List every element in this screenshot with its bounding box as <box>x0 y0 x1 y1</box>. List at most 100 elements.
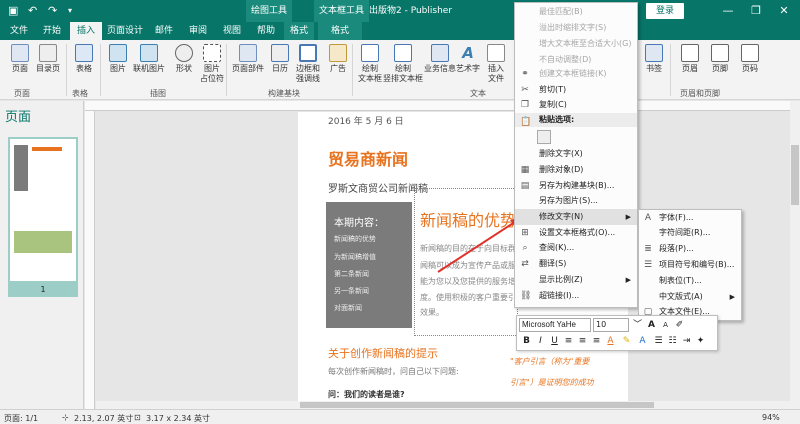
menu-item-copy[interactable]: ❐ 复制(C) <box>515 97 637 113</box>
tab-page-design[interactable]: 页面设计 <box>104 22 146 40</box>
customize-qat-icon[interactable]: ▾ <box>68 6 72 15</box>
zoom-level[interactable]: 94% <box>762 413 780 422</box>
menu-item-label: 不自动调整(D) <box>539 55 592 64</box>
newsletter-title[interactable]: 贸易商新闻 <box>328 146 408 170</box>
page-number-icon <box>741 44 759 62</box>
pages-pane-title: 页面 <box>5 110 32 125</box>
header-icon <box>681 44 699 62</box>
menu-item-translate[interactable]: ⇄ 翻译(S) <box>515 256 637 272</box>
horizontal-scroll-thumb[interactable] <box>300 402 654 408</box>
story-line[interactable]: 度。使用积极的客户重要引 <box>420 292 516 303</box>
ads-icon <box>329 44 347 62</box>
shrink-font-icon[interactable]: A <box>659 318 672 332</box>
bullets-list-icon[interactable]: ☰ <box>652 334 665 348</box>
section-heading[interactable]: 关于创作新闻稿的提示 <box>328 345 438 361</box>
menu-item-format-textbox[interactable]: ⊞ 设置文本框格式(O)... <box>515 225 637 241</box>
menu-item-shrink-on-overflow[interactable]: 溢出时缩排文字(S) <box>515 20 637 36</box>
grow-font-icon[interactable]: A <box>645 318 658 332</box>
tab-review[interactable]: 审阅 <box>182 22 214 40</box>
italic-button[interactable]: I <box>534 334 547 348</box>
styles-icon[interactable]: ✦ <box>694 334 707 348</box>
tab-insert[interactable]: 插入 <box>70 22 102 40</box>
menu-item-cut[interactable]: ✂ 剪切(T) <box>515 82 637 98</box>
submenu-item-font[interactable]: A 字体(F)... <box>639 210 741 226</box>
menu-item-hyperlink[interactable]: ⛓ 超链接(I)... <box>515 288 637 304</box>
menu-item-create-link[interactable]: ⚭ 创建文本框链接(K) <box>515 66 637 82</box>
font-size-dropdown[interactable]: 10 <box>593 318 629 332</box>
insert-file-button[interactable]: 插入 文件 <box>478 44 514 84</box>
table-button[interactable]: 表格 <box>66 44 102 74</box>
submenu-item-tabs[interactable]: 制表位(T)... <box>639 273 741 289</box>
save-icon[interactable]: ▣ <box>8 4 18 17</box>
menu-item-zoom[interactable]: 显示比例(Z) ▶ <box>515 272 637 288</box>
draw-vertical-textbox-button[interactable]: 绘制 竖排文本框 <box>382 44 424 84</box>
tab-home[interactable]: 开始 <box>36 22 68 40</box>
story-line[interactable]: 能为您以及您提供的服务增 <box>420 276 516 287</box>
tab-mailings[interactable]: 邮件 <box>148 22 180 40</box>
contents-title: 本期内容： <box>334 218 384 229</box>
tab-format-drawing[interactable]: 格式 <box>284 22 314 40</box>
submenu-item-character-spacing[interactable]: 字符间距(R)... <box>639 225 741 241</box>
pull-quote-line[interactable]: "客户引言（称为"重要 <box>510 356 589 367</box>
format-painter-icon[interactable]: ✐ <box>673 318 686 332</box>
restore-button[interactable]: ❐ <box>742 0 770 22</box>
align-left-icon[interactable]: ≡ <box>562 334 575 348</box>
pull-quote-line[interactable]: 引言"）是证明您的成功 <box>510 377 594 388</box>
menu-item-change-text[interactable]: 修改文字(N) ▶ <box>515 209 637 225</box>
menu-item-lookup[interactable]: ⌕ 查阅(K)... <box>515 240 637 256</box>
underline-button[interactable]: U <box>548 334 561 348</box>
bold-button[interactable]: B <box>520 334 533 348</box>
login-button[interactable]: 登录 <box>646 3 684 19</box>
menu-item-label: 剪切(T) <box>539 85 567 94</box>
menu-item-delete-text[interactable]: 删除文字(X) <box>515 146 637 162</box>
indent-icon[interactable]: ⇥ <box>680 334 693 348</box>
close-button[interactable]: ✕ <box>770 0 798 22</box>
tab-help[interactable]: 帮助 <box>250 22 282 40</box>
picture-placeholder-button[interactable]: 图片 占位符 <box>194 44 230 84</box>
minimize-button[interactable]: — <box>714 0 742 22</box>
story-line[interactable]: 效果。 <box>420 307 444 318</box>
paste-keep-format-icon[interactable] <box>537 130 551 144</box>
align-right-icon[interactable]: ≡ <box>590 334 603 348</box>
tab-file[interactable]: 文件 <box>4 22 34 40</box>
tab-view[interactable]: 视图 <box>216 22 248 40</box>
menu-item-label: 溢出时缩排文字(S) <box>539 23 607 32</box>
online-picture-button[interactable]: 联机图片 <box>130 44 168 74</box>
online-picture-icon <box>140 44 158 62</box>
horizontal-ruler[interactable] <box>85 101 790 111</box>
bookmark-button[interactable]: 书签 <box>636 44 672 74</box>
page-number-button[interactable]: 页码 <box>732 44 768 74</box>
submenu-item-bullets-numbering[interactable]: ☰ 项目符号和编号(B)... <box>639 257 741 273</box>
newsletter-subtitle[interactable]: 罗斯文商贸公司新闻稿 <box>328 180 428 195</box>
redo-icon[interactable]: ↷ <box>48 4 57 17</box>
toc-button[interactable]: 目录页 <box>30 44 66 74</box>
bookmark-label: 书签 <box>646 64 662 73</box>
numbered-list-icon[interactable]: ☷ <box>666 334 679 348</box>
menu-item-grow-textbox[interactable]: 增大文本框至合适大小(G) <box>515 36 637 52</box>
submenu-item-paragraph[interactable]: ≣ 段落(P)... <box>639 241 741 257</box>
highlight-icon[interactable]: ✎ <box>620 334 633 348</box>
vertical-ruler[interactable] <box>85 111 95 409</box>
menu-item-save-as-picture[interactable]: 另存为图片(S)... <box>515 193 637 209</box>
status-page[interactable]: 页面: 1/1 <box>4 413 38 424</box>
menu-item-save-building-block[interactable]: ▤ 另存为构建基块(B)... <box>515 178 637 194</box>
paste-header-icon: 📋 <box>520 117 532 127</box>
section-question[interactable]: 问：我们的读者是谁? <box>328 389 405 400</box>
font-size-dropdown-arrow-icon[interactable]: ﹀ <box>631 318 644 332</box>
doc-date[interactable]: 2016 年 5 月 6 日 <box>328 114 404 127</box>
section-body[interactable]: 每次创作新闻稿时，问自己以下问题: <box>328 366 459 377</box>
font-color-icon[interactable]: A <box>604 334 617 348</box>
align-center-icon[interactable]: ≡ <box>576 334 589 348</box>
menu-item-label: 另存为图片(S)... <box>539 196 598 205</box>
tab-format-textbox[interactable]: 格式 <box>318 22 362 40</box>
vertical-scroll-thumb[interactable] <box>791 145 799 205</box>
ads-button[interactable]: 广告 <box>320 44 356 74</box>
calendar-label: 日历 <box>272 64 288 73</box>
submenu-item-asian-layout[interactable]: 中文版式(A) ▶ <box>639 289 741 305</box>
text-color-icon[interactable]: A <box>636 334 649 348</box>
page-thumbnail[interactable] <box>8 137 78 283</box>
font-name-dropdown[interactable]: Microsoft YaHe <box>519 318 591 332</box>
menu-item-delete-object[interactable]: ▦ 删除对象(D) <box>515 162 637 178</box>
undo-icon[interactable]: ↶ <box>28 4 37 17</box>
menu-item-best-fit[interactable]: 最佳匹配(B) <box>515 4 637 20</box>
